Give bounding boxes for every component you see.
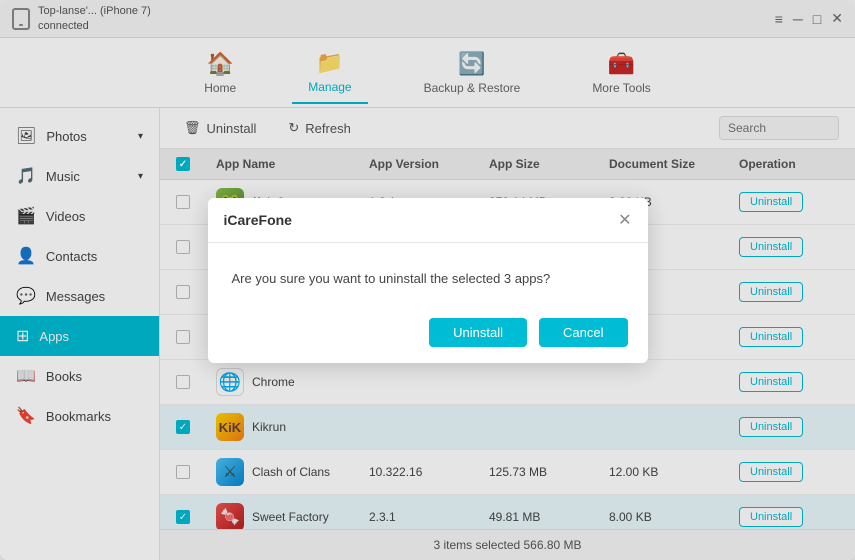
dialog-title-bar: iCareFone ✕: [208, 198, 648, 243]
confirm-dialog: iCareFone ✕ Are you sure you want to uni…: [208, 198, 648, 363]
dialog-title: iCareFone: [224, 212, 292, 228]
dialog-body: Are you sure you want to uninstall the s…: [208, 243, 648, 306]
dialog-overlay: iCareFone ✕ Are you sure you want to uni…: [0, 0, 855, 560]
dialog-close-button[interactable]: ✕: [618, 210, 631, 230]
dialog-message: Are you sure you want to uninstall the s…: [232, 271, 551, 286]
dialog-uninstall-button[interactable]: Uninstall: [429, 318, 527, 347]
dialog-cancel-button[interactable]: Cancel: [539, 318, 627, 347]
main-window: Top-lanse'... (iPhone 7) connected ≡ ─ □…: [0, 0, 855, 560]
dialog-footer: Uninstall Cancel: [208, 306, 648, 363]
